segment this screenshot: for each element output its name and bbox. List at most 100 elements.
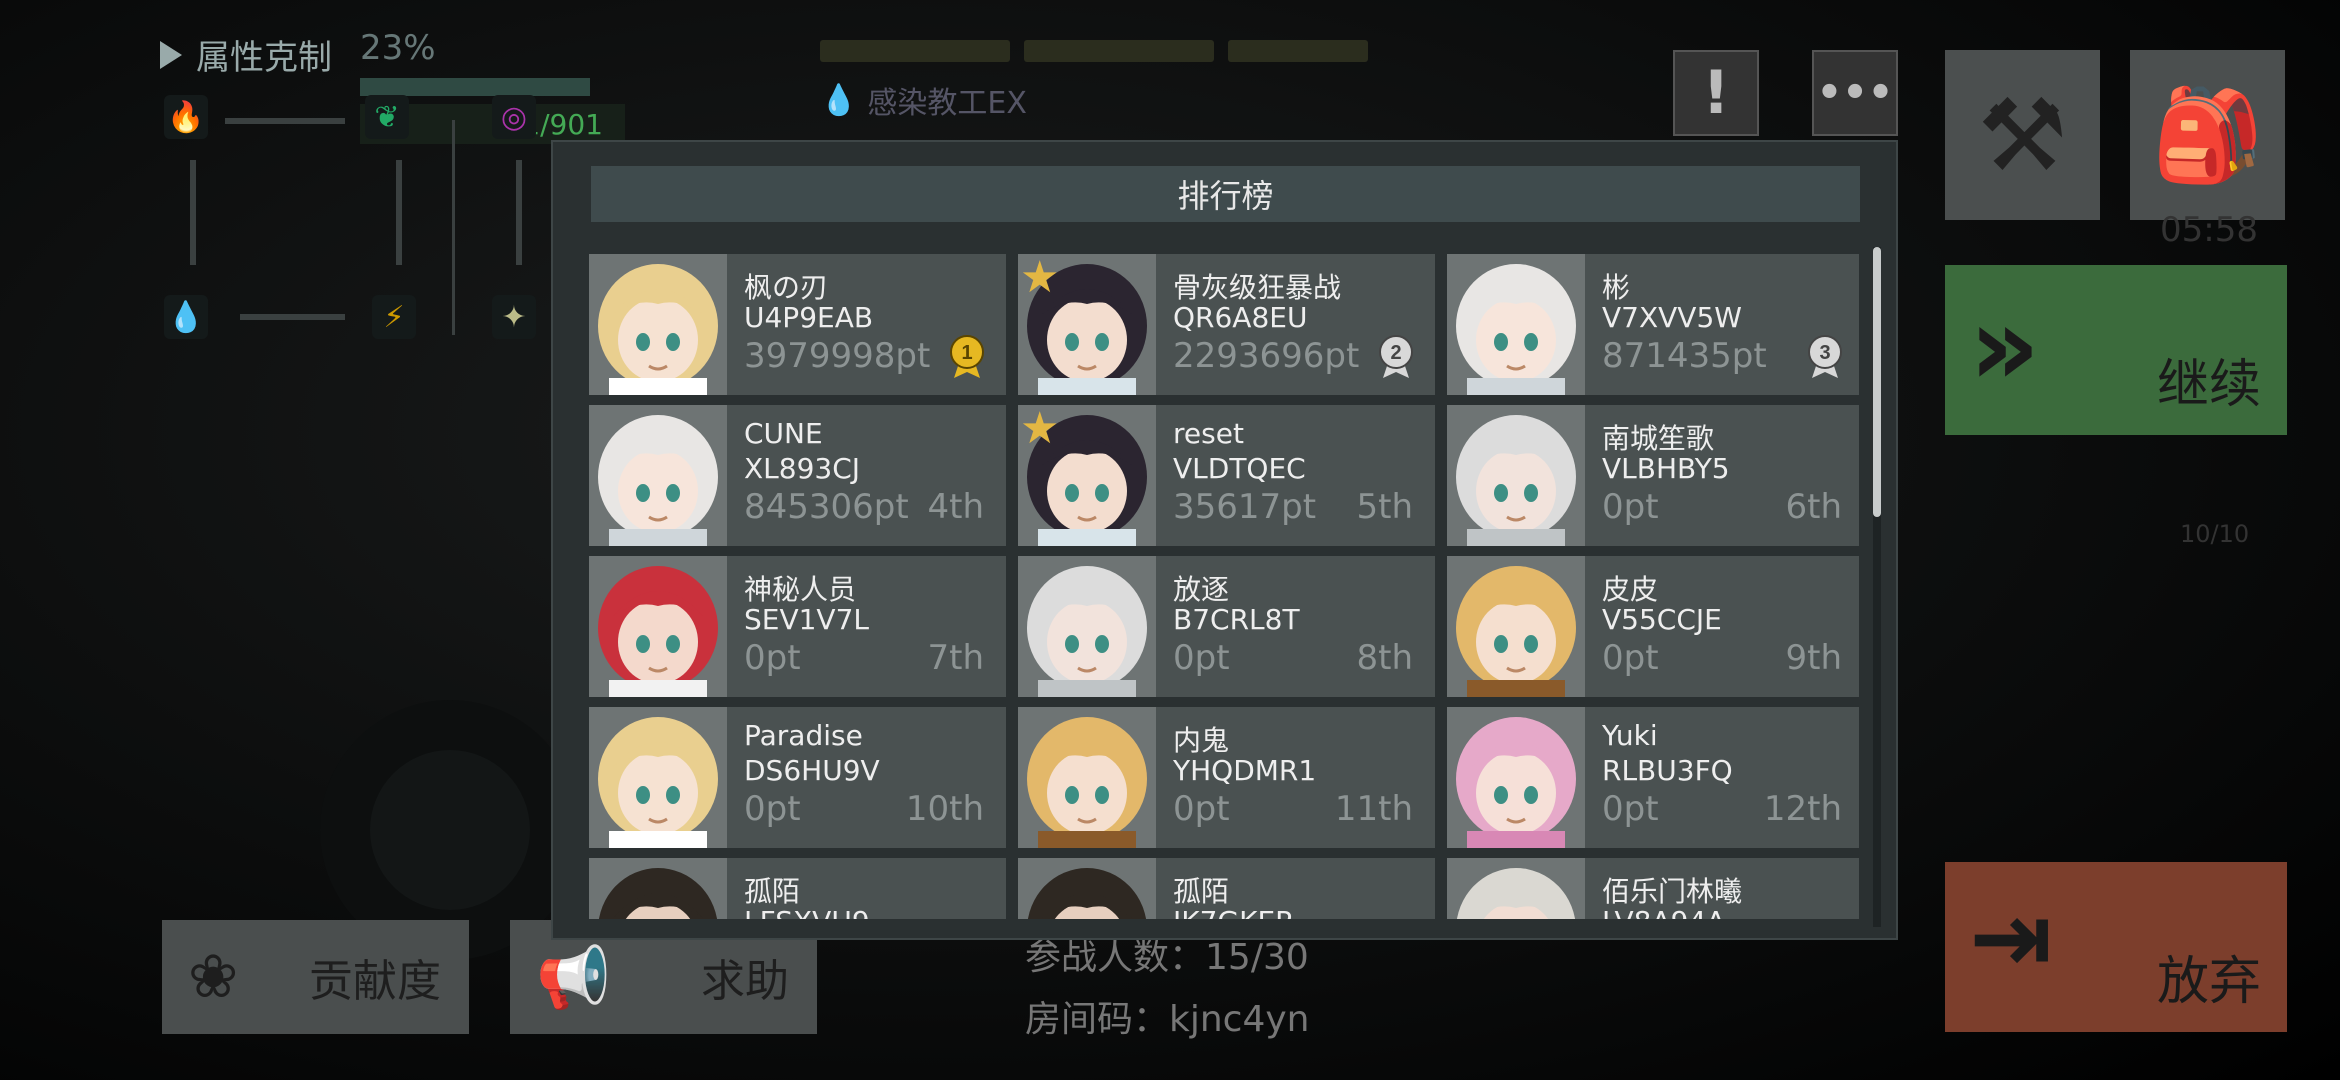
player-name: 神秘人员 (744, 573, 857, 606)
ranking-card[interactable]: 佰乐门林曦LV8A94A (1447, 858, 1859, 919)
ranking-card[interactable]: 神秘人员 SEV1V7L 0pt 7th (589, 556, 1006, 697)
ranking-panel: 排行榜 枫の刃 U4P9EAB 3979998pt 1 ★ 骨灰级狂暴战 QR6A8EU… (551, 140, 1898, 940)
ranking-card[interactable]: 放逐 B7CRL8T 0pt 8th (1018, 556, 1435, 697)
counter-arrow (396, 160, 402, 265)
player-rank: 10th (905, 789, 984, 829)
player-id: V7XVV5W (1602, 301, 1742, 334)
ranking-list[interactable]: 枫の刃 U4P9EAB 3979998pt 1 ★ 骨灰级狂暴战 QR6A8EU 2293… (589, 254, 1859, 919)
star-icon: ★ (1020, 254, 1060, 303)
avatar (589, 707, 727, 848)
avatar (1447, 405, 1585, 546)
player-name: 孤陌 (744, 875, 801, 908)
contribution-button[interactable]: ❀ 贡献度 (162, 920, 469, 1034)
player-points: 3979998pt (744, 336, 931, 376)
player-rank: 11th (1334, 789, 1413, 829)
ranking-card[interactable]: ★ 骨灰级狂暴战 QR6A8EU 2293696pt 2 (1018, 254, 1435, 395)
player-id: YHQDMR1 (1173, 754, 1317, 787)
player-id: LV8A94A (1602, 905, 1725, 919)
megaphone-icon: 📢 (536, 943, 611, 1013)
ranking-card[interactable]: Paradise DS6HU9V 0pt 10th (589, 707, 1006, 848)
timer: 05:58 (2160, 210, 2258, 250)
avatar (1447, 707, 1585, 848)
backpack-icon: 🎒 (2151, 82, 2264, 188)
player-name: 骨灰级狂暴战 (1173, 271, 1342, 304)
avatar (1447, 254, 1585, 395)
ranking-card[interactable]: 枫の刃 U4P9EAB 3979998pt 1 (589, 254, 1006, 395)
player-points: 0pt (744, 638, 801, 678)
ranking-card[interactable]: 彬 V7XVV5W 871435pt 3 (1447, 254, 1859, 395)
player-name: 佰乐门林曦 (1602, 875, 1743, 908)
player-points: 871435pt (1602, 336, 1767, 376)
exclamation-icon[interactable]: ! (1673, 50, 1759, 136)
player-name: 南城笙歌 (1602, 422, 1715, 455)
attribute-counter-toggle[interactable]: 属性克制 (160, 30, 332, 79)
player-points: 0pt (1173, 789, 1230, 829)
lightning-icon: ⚡ (372, 295, 416, 339)
player-rank: 6th (1785, 487, 1842, 527)
room-code: 房间码：kjnc4yn (1025, 999, 1310, 1040)
chat-icon[interactable]: ••• (1812, 50, 1898, 136)
avatar (1018, 707, 1156, 848)
backpack-button[interactable]: 🎒 (2130, 50, 2285, 220)
counter-arrow (240, 314, 345, 320)
player-points: 2293696pt (1173, 336, 1360, 376)
player-name: 孤陌 (1173, 875, 1230, 908)
player-id: B7CRL8T (1173, 603, 1300, 636)
scrollbar[interactable] (1873, 247, 1881, 927)
player-points: 0pt (1602, 487, 1659, 527)
player-points: 35617pt (1173, 487, 1317, 527)
player-name: Paradise (744, 719, 863, 752)
avatar (589, 556, 727, 697)
continue-button[interactable]: » 继续 (1945, 265, 2287, 435)
divider (452, 120, 455, 335)
player-id: LFSXVU9 (744, 905, 870, 919)
player-id: SEV1V7L (744, 603, 870, 636)
counter: 10/10 (2180, 520, 2250, 548)
player-id: JK7GKER (1173, 905, 1295, 919)
player-id: VLDTQEC (1173, 452, 1306, 485)
player-points: 0pt (744, 789, 801, 829)
spiral-icon: ◎ (492, 95, 536, 139)
avatar (1018, 858, 1156, 919)
ribbon-icon: ❀ (188, 942, 239, 1012)
player-id: XL893CJ (744, 452, 861, 485)
ranking-card[interactable]: 皮皮 V55CCJE 0pt 9th (1447, 556, 1859, 697)
player-id: VLBHBY5 (1602, 452, 1730, 485)
star-element-icon: ✦ (492, 295, 536, 339)
medal-icon: 3 (1806, 334, 1844, 378)
player-rank: 5th (1356, 487, 1413, 527)
player-points: 845306pt (744, 487, 909, 527)
abandon-button[interactable]: ⇥ 放弃 (1945, 862, 2287, 1032)
exit-icon: ⇥ (1969, 879, 2053, 996)
player-name: 枫の刃 (744, 271, 829, 304)
player-name: CUNE (744, 417, 823, 450)
ranking-card[interactable]: 南城笙歌 VLBHBY5 0pt 6th (1447, 405, 1859, 546)
player-name: 皮皮 (1602, 573, 1659, 606)
robot-arm-icon: ⚒ (1977, 76, 2068, 194)
ranking-card[interactable]: 孤陌JK7GKER (1018, 858, 1435, 919)
robot-arm-button[interactable]: ⚒ (1945, 50, 2100, 220)
double-chevron-icon: » (1969, 282, 2041, 410)
player-id: QR6A8EU (1173, 301, 1308, 334)
player-id: RLBU3FQ (1602, 754, 1733, 787)
ranking-card[interactable]: CUNE XL893CJ 845306pt 4th (589, 405, 1006, 546)
ranking-card[interactable]: Yuki RLBU3FQ 0pt 12th (1447, 707, 1859, 848)
ranking-title: 排行榜 (591, 166, 1860, 222)
ranking-card[interactable]: 孤陌LFSXVU9 (589, 858, 1006, 919)
ranking-card[interactable]: 内鬼 YHQDMR1 0pt 11th (1018, 707, 1435, 848)
player-rank: 7th (927, 638, 984, 678)
play-icon (160, 40, 182, 69)
star-icon: ★ (1020, 405, 1060, 454)
counter-arrow (225, 118, 345, 124)
medal-icon: 1 (948, 334, 986, 378)
ranking-card[interactable]: ★ reset VLDTQEC 35617pt 5th (1018, 405, 1435, 546)
medal-icon: 2 (1377, 334, 1415, 378)
player-name: Yuki (1602, 719, 1658, 752)
player-id: V55CCJE (1602, 603, 1722, 636)
attribute-percent: 23% (360, 28, 436, 68)
leaf-icon: ❦ (365, 95, 409, 139)
stage-progress (820, 40, 1368, 62)
player-name: 彬 (1602, 271, 1631, 304)
svg-text:3: 3 (1819, 342, 1830, 364)
avatar (1447, 858, 1585, 919)
